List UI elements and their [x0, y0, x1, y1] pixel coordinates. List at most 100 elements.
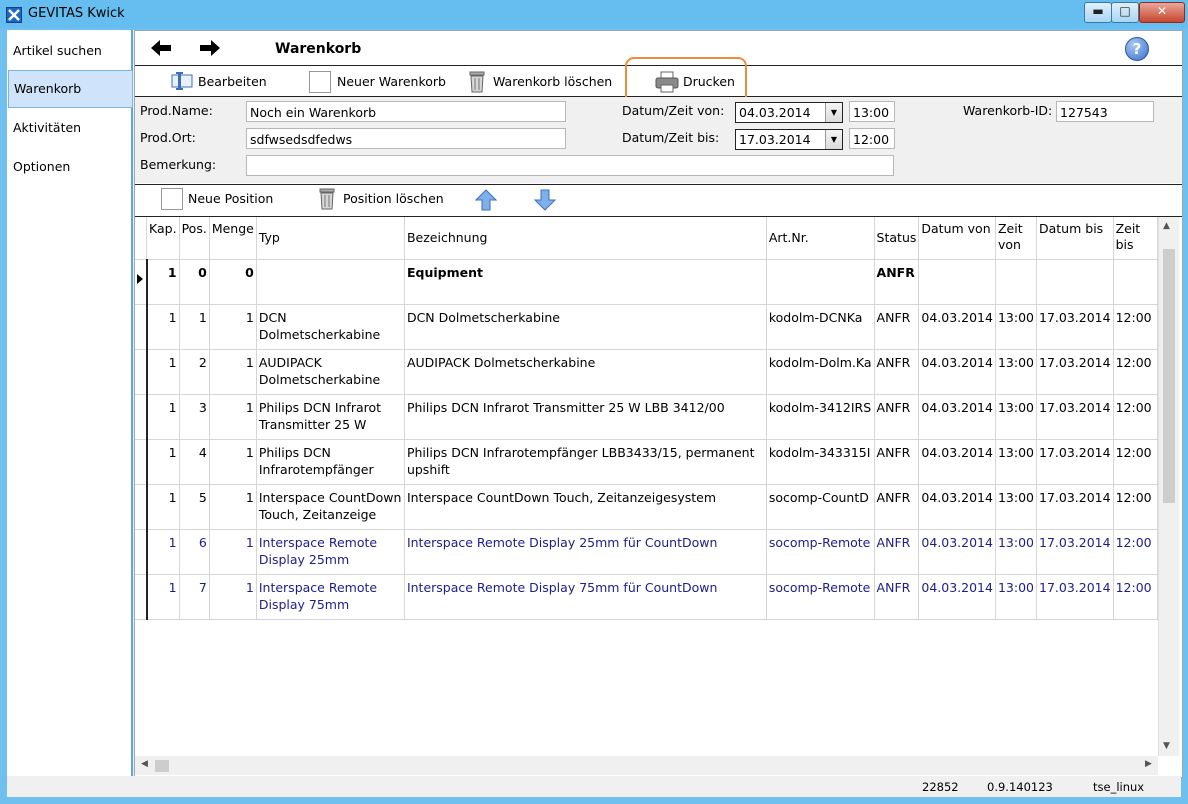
zeit-bis-input[interactable]: 12:00	[849, 128, 895, 149]
cell-zeit-von: 13:00	[995, 304, 1038, 350]
table-row[interactable]: 1 4 1 Philips DCN Infrarotempfänger Philips …	[135, 439, 1158, 485]
cell-zeit-bis: 12:00	[1113, 574, 1158, 620]
col-zeit-bis[interactable]: Zeit bis	[1113, 217, 1158, 260]
table-row[interactable]: 1 7 1 Interspace Remote Display 75mm Intersp…	[135, 574, 1158, 620]
row-selector[interactable]	[135, 439, 148, 485]
bemerkung-input[interactable]	[246, 155, 894, 176]
cell-menge: 1	[209, 304, 257, 350]
prod-name-input[interactable]: Noch ein Warenkorb	[246, 101, 566, 122]
col-datum-bis[interactable]: Datum bis	[1036, 217, 1114, 260]
col-pos[interactable]: Pos.	[179, 217, 210, 260]
arrow-right-icon[interactable]	[198, 39, 222, 59]
zeit-von-input[interactable]: 13:00	[849, 101, 895, 122]
cell-status: ANFR	[874, 304, 920, 350]
cell-zeit-bis: 12:00	[1113, 484, 1158, 530]
chevron-down-icon[interactable]: ▼	[825, 103, 842, 122]
delete-cart-label: Warenkorb löschen	[493, 74, 613, 89]
close-button[interactable]: ✕	[1139, 2, 1185, 23]
trash-icon	[467, 71, 487, 100]
move-up-button[interactable]	[474, 189, 498, 211]
arrow-down-icon	[533, 189, 557, 218]
table-row[interactable]: 1 3 1 Philips DCN Infrarot Transmitter 25 W…	[135, 394, 1158, 440]
cell-pos: 1	[179, 304, 210, 350]
hscroll-thumb[interactable]	[155, 760, 169, 772]
warenkorb-id-input[interactable]: 127543	[1056, 101, 1154, 122]
cart-form: Prod.Name: Noch ein Warenkorb Prod.Ort: …	[135, 97, 1182, 183]
cell-datum-von: 04.03.2014	[918, 529, 996, 575]
move-down-button[interactable]	[533, 189, 557, 211]
cell-menge: 1	[209, 349, 257, 395]
scroll-thumb[interactable]	[1163, 249, 1175, 503]
scroll-up-icon[interactable]: ▲	[1163, 221, 1170, 231]
warenkorb-id-label: Warenkorb-ID:	[963, 103, 1053, 118]
maximize-button[interactable]: □	[1111, 2, 1139, 23]
cell-status: ANFR	[874, 439, 920, 485]
sidebar-item-warenkorb[interactable]: Warenkorb	[8, 70, 133, 108]
row-selector[interactable]	[135, 304, 148, 350]
new-cart-label: Neuer Warenkorb	[337, 74, 446, 89]
cell-datum-von: 04.03.2014	[918, 439, 996, 485]
delete-cart-button[interactable]: Warenkorb löschen	[467, 71, 617, 93]
prod-ort-input[interactable]: sdfwsedsdfedws	[246, 128, 566, 149]
minimize-button[interactable]: ▬	[1084, 2, 1112, 23]
cell-pos: 3	[179, 394, 210, 440]
datum-bis-picker[interactable]: 17.03.2014 ▼	[735, 129, 843, 150]
scroll-down-icon[interactable]: ▼	[1163, 741, 1170, 751]
bemerkung-label: Bemerkung:	[140, 157, 217, 172]
scroll-left-icon[interactable]: ◀	[141, 759, 148, 769]
row-selector[interactable]	[135, 529, 148, 575]
table-row[interactable]: 1 1 1 DCN Dolmetscherkabine DCN Dolmetscherk…	[135, 304, 1158, 350]
sidebar: Artikel suchen Warenkorb Aktivitäten Opt…	[7, 30, 133, 776]
col-menge[interactable]: Menge	[209, 217, 257, 260]
cell-zeit-von: 13:00	[995, 529, 1038, 575]
client-area: Artikel suchen Warenkorb Aktivitäten Opt…	[7, 30, 1183, 797]
cell-kap: 1	[146, 394, 180, 440]
edit-button[interactable]: Bearbeiten	[171, 71, 271, 93]
cell-zeit-von: 13:00	[995, 394, 1038, 440]
delete-position-button[interactable]: Position löschen	[317, 188, 447, 210]
col-kap[interactable]: Kap.	[146, 217, 180, 260]
col-datum-von[interactable]: Datum von	[918, 217, 996, 260]
datum-von-value: 04.03.2014	[739, 105, 811, 120]
prod-name-label: Prod.Name:	[140, 103, 213, 118]
row-selector[interactable]	[135, 349, 148, 395]
cell-artnr	[766, 259, 875, 305]
table-body: 1 0 0 Equipment ANFR 1 1 1 DCN Dolmetscherkabine…	[135, 259, 1158, 620]
scroll-right-icon[interactable]: ▶	[1145, 759, 1152, 769]
datum-von-label: Datum/Zeit von:	[622, 103, 725, 118]
cell-datum-von: 04.03.2014	[918, 484, 996, 530]
row-selector[interactable]	[135, 259, 148, 305]
chevron-down-icon[interactable]: ▼	[825, 130, 842, 149]
horizontal-scrollbar[interactable]: ◀ ▶	[135, 756, 1158, 775]
col-status[interactable]: Status	[874, 217, 920, 260]
table-row[interactable]: 1 0 0 Equipment ANFR	[135, 259, 1158, 305]
row-selector[interactable]	[135, 394, 148, 440]
cell-datum-von: 04.03.2014	[918, 394, 996, 440]
col-typ[interactable]: Typ	[256, 217, 405, 260]
col-artnr[interactable]: Art.Nr.	[766, 217, 875, 260]
new-cart-button[interactable]: Neuer Warenkorb	[309, 71, 449, 93]
col-bezeichnung[interactable]: Bezeichnung	[404, 217, 767, 260]
vertical-scrollbar[interactable]: ▲ ▼	[1158, 217, 1179, 756]
help-icon[interactable]: ?	[1125, 37, 1149, 61]
cell-artnr: socomp-CountD	[766, 484, 875, 530]
row-selector[interactable]	[135, 484, 148, 530]
datum-von-picker[interactable]: 04.03.2014 ▼	[735, 102, 843, 123]
sidebar-item-optionen[interactable]: Optionen	[8, 149, 131, 185]
cell-artnr: socomp-Remote	[766, 529, 875, 575]
sidebar-item-aktivitaeten[interactable]: Aktivitäten	[8, 110, 131, 146]
cell-bezeichnung: Philips DCN Infrarot Transmitter 25 W LB…	[404, 394, 767, 440]
table-row[interactable]: 1 6 1 Interspace Remote Display 25mm Intersp…	[135, 529, 1158, 575]
cell-pos: 5	[179, 484, 210, 530]
cell-typ: Philips DCN Infrarot Transmitter 25 W	[256, 394, 405, 440]
cell-datum-bis: 17.03.2014	[1036, 574, 1114, 620]
cell-artnr: kodolm-343315I	[766, 439, 875, 485]
new-position-button[interactable]: Neue Position	[161, 188, 281, 210]
table-row[interactable]: 1 2 1 AUDIPACK Dolmetscherkabine AUDIPACK Do…	[135, 349, 1158, 395]
row-selector[interactable]	[135, 574, 148, 620]
arrow-left-icon[interactable]	[149, 39, 173, 59]
cell-bezeichnung: Interspace Remote Display 25mm für Count…	[404, 529, 767, 575]
sidebar-item-artikel-suchen[interactable]: Artikel suchen	[8, 33, 131, 69]
table-row[interactable]: 1 5 1 Interspace CountDown Touch, Zeitanzei…	[135, 484, 1158, 530]
col-zeit-von[interactable]: Zeit von	[995, 217, 1038, 260]
